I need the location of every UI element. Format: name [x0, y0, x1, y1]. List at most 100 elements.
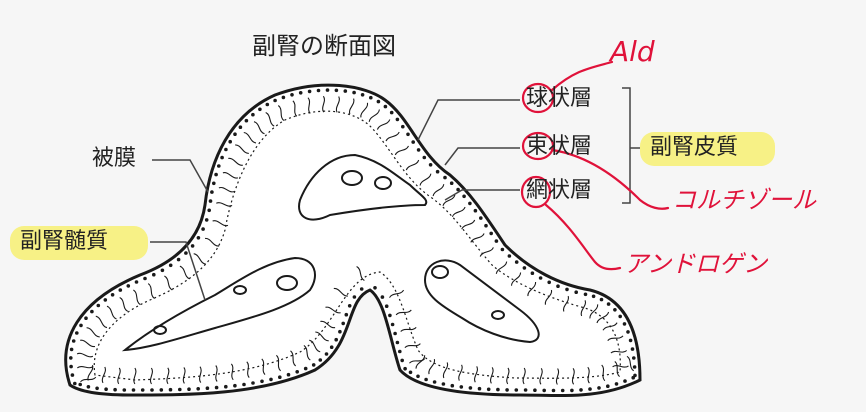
- capsule-dot: [251, 381, 255, 385]
- capsule-dot: [477, 386, 482, 391]
- capsule-dot: [588, 387, 592, 391]
- adrenal-diagram: 副腎の断面図 被膜 副腎髄質 球状層 束状層 網状層 副腎皮質 Ald コルチゾ…: [0, 0, 866, 412]
- capsule-dot: [533, 388, 537, 393]
- capsule-dot: [214, 172, 218, 177]
- capsule-dot: [597, 386, 601, 390]
- capsule-dot: [390, 322, 395, 327]
- capsule-dot: [96, 303, 101, 308]
- annotation-androgen: アンドロゲン: [624, 250, 768, 278]
- capsule-dot: [631, 375, 635, 380]
- capsule-dot: [131, 388, 136, 392]
- capsule-dot: [514, 388, 519, 392]
- leader-fasciculata: [444, 147, 520, 166]
- capsule-dot: [273, 98, 277, 103]
- capsule-dot: [406, 132, 410, 137]
- label-glomerulosa: 球状層: [526, 86, 593, 111]
- capsule-dot: [281, 95, 286, 100]
- capsule-dot: [260, 379, 264, 384]
- capsule-dot: [428, 163, 433, 167]
- capsule-dot: [411, 140, 416, 144]
- annotation-cortisol: コルチゾール: [672, 186, 816, 214]
- leader-capsule: [152, 159, 209, 193]
- capsule-dot: [214, 385, 219, 390]
- label-fasciculata: 束状層: [526, 134, 593, 159]
- capsule-dot: [196, 387, 200, 391]
- capsule-dot: [190, 244, 195, 248]
- capsule-dot: [352, 90, 356, 95]
- capsule-dot: [75, 331, 79, 335]
- capsule-dot: [500, 247, 505, 252]
- capsule-dot: [435, 169, 440, 174]
- capsule-dot: [233, 383, 237, 388]
- capsule-dot: [265, 102, 270, 107]
- capsule-dot: [352, 295, 357, 299]
- capsule-dot: [623, 379, 627, 383]
- capsule-dot: [618, 314, 622, 319]
- capsule-dot: [560, 388, 565, 393]
- capsule-dot: [613, 308, 617, 312]
- capsule-dot: [459, 385, 464, 389]
- capsule-dot: [251, 112, 255, 117]
- diagram-title: 副腎の断面図: [252, 32, 396, 60]
- capsule-dot: [160, 268, 165, 273]
- capsule-dot: [168, 263, 173, 268]
- capsule-dot: [286, 372, 291, 377]
- capsule-dot: [205, 386, 210, 391]
- capsule-dot: [341, 321, 346, 326]
- capsule-dot: [395, 117, 400, 122]
- capsule-dot: [486, 387, 491, 392]
- capsule-dot: [295, 370, 300, 374]
- capsule-dot: [393, 331, 397, 336]
- capsule-dot: [591, 294, 596, 299]
- capsule-dot: [416, 148, 421, 152]
- capsule-dot: [422, 155, 427, 160]
- capsule-dot: [473, 208, 478, 213]
- capsule-dot: [110, 293, 115, 297]
- capsule-dot: [462, 194, 466, 199]
- capsule-dot: [143, 276, 147, 281]
- capsule-dot: [207, 208, 211, 213]
- capsule-dot: [228, 139, 232, 144]
- arrow-to-androgen: [544, 203, 622, 271]
- capsule-dot: [606, 302, 611, 306]
- capsule-dot: [408, 370, 413, 375]
- capsule-dot: [318, 358, 323, 362]
- capsule-dot: [380, 295, 385, 299]
- capsule-dot: [556, 284, 560, 289]
- capsule-dot: [134, 280, 139, 284]
- capsule-dot: [290, 93, 294, 97]
- capsule-dot: [152, 272, 156, 277]
- capsule-dot: [505, 388, 509, 392]
- capsule-dot: [484, 223, 488, 228]
- capsule-dot: [373, 286, 377, 290]
- capsule-dot: [79, 323, 83, 328]
- capsule-dot: [338, 329, 342, 334]
- capsule-dot: [507, 254, 512, 258]
- capsule-dot: [542, 388, 546, 393]
- capsule-dot: [278, 375, 282, 380]
- capsule-dot: [140, 388, 145, 392]
- capsule-dot: [103, 298, 108, 302]
- capsule-dot: [329, 345, 334, 350]
- capsule-dot: [400, 358, 405, 363]
- capsule-dot: [632, 356, 636, 360]
- capsule-dot: [432, 380, 437, 384]
- capsule-dot: [69, 356, 73, 360]
- capsule-dot: [574, 290, 578, 295]
- capsule-outline: [64, 83, 642, 398]
- capsule-dot: [630, 347, 635, 351]
- capsule-dot: [69, 347, 74, 352]
- annotation-ald: Ald: [610, 35, 655, 68]
- capsule-dot: [570, 388, 574, 393]
- capsule-dot: [383, 104, 388, 109]
- capsule-dot: [347, 304, 352, 308]
- capsule-dot: [201, 227, 205, 231]
- capsule-dot: [224, 147, 228, 152]
- capsule-dot: [244, 118, 249, 123]
- capsule-dot: [522, 266, 527, 270]
- capsule-dot: [303, 366, 308, 371]
- capsule-dot: [489, 231, 494, 236]
- capsule-dot: [376, 99, 381, 104]
- label-capsule: 被膜: [92, 146, 137, 171]
- capsule-dot: [450, 383, 455, 388]
